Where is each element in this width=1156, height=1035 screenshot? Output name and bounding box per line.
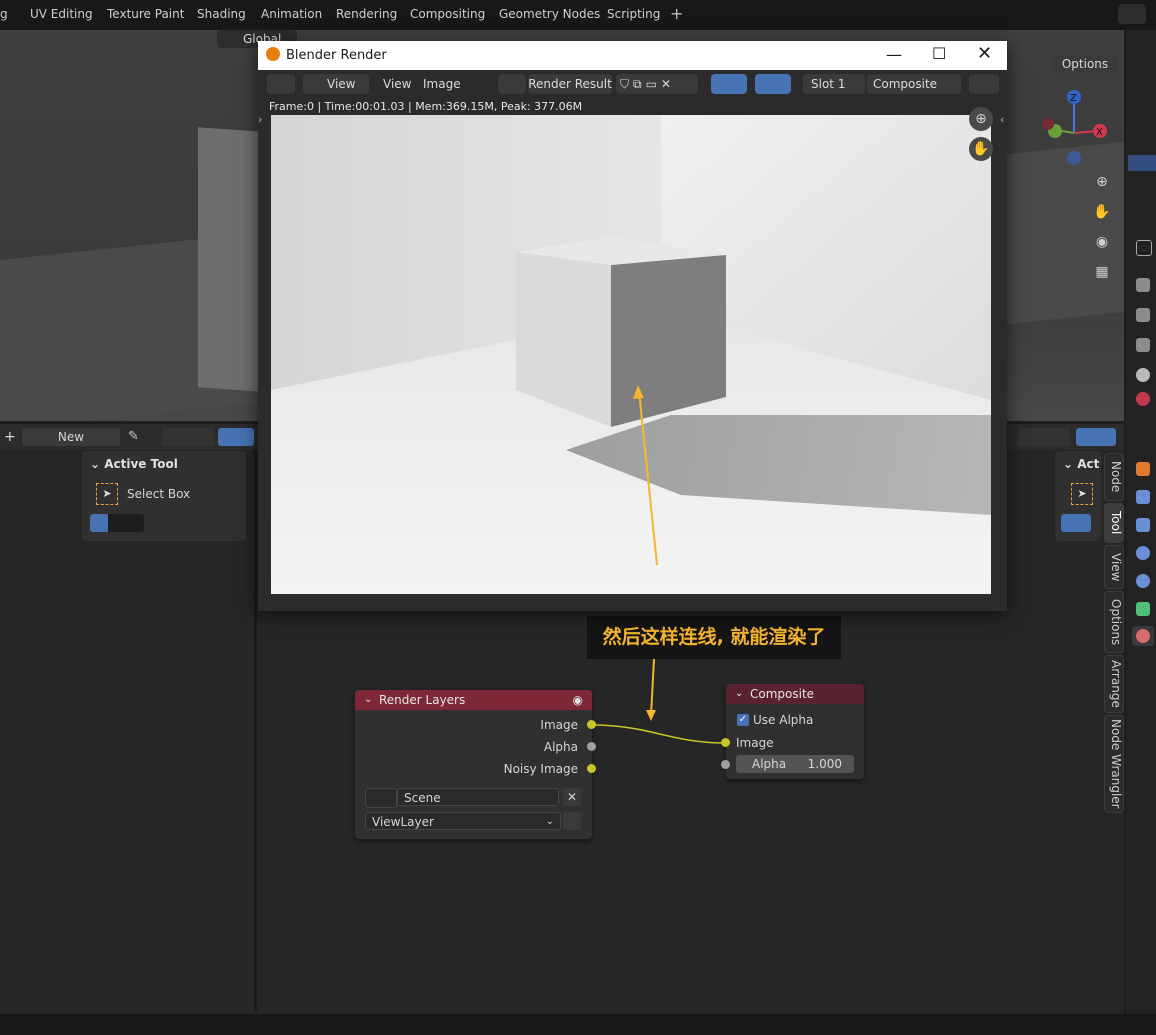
scene-browse-icon[interactable] <box>365 788 397 808</box>
annotation-callout: 然后这样连线, 就能渲染了 <box>587 616 841 659</box>
annotation-arrowhead-lower <box>646 710 656 721</box>
eye-icon[interactable]: ◉ <box>573 690 583 710</box>
collapse-chevron-icon[interactable]: ⌄ <box>735 684 743 704</box>
composite-header[interactable]: ⌄ Composite <box>726 684 864 704</box>
output-image-socket[interactable] <box>587 720 596 729</box>
shield-icon[interactable]: ⛉ <box>620 74 629 94</box>
node-link-image[interactable] <box>591 724 727 744</box>
output-alpha-label: Alpha <box>543 740 578 754</box>
collapse-chevron-icon[interactable]: ⌄ <box>364 690 372 710</box>
view-mode-dropdown[interactable]: View <box>303 74 369 94</box>
render-layers-header[interactable]: ⌄ Render Layers ◉ <box>355 690 592 710</box>
alpha-value: 1.000 <box>807 757 842 771</box>
input-image-label: Image <box>736 736 774 750</box>
editor-type-dropdown[interactable] <box>267 74 295 94</box>
annotation-arrow-lower <box>650 658 655 717</box>
copy-icon[interactable]: ⧉ <box>633 74 642 94</box>
cube-right-face <box>611 255 726 427</box>
close-icon[interactable]: ✕ <box>977 43 992 64</box>
overlays-toggle[interactable] <box>755 74 791 94</box>
minimize-icon[interactable]: — <box>886 45 902 64</box>
render-result-image[interactable] <box>271 115 991 594</box>
output-alpha-socket[interactable] <box>587 742 596 751</box>
x-icon[interactable]: ✕ <box>661 74 671 94</box>
input-image-socket[interactable] <box>721 738 730 747</box>
view-menu[interactable]: View <box>383 74 411 94</box>
render-slot-icon[interactable] <box>563 812 581 830</box>
pass-dropdown[interactable]: Composite <box>867 74 961 94</box>
alpha-slider[interactable]: Alpha 1.000 <box>736 755 854 773</box>
folder-icon[interactable]: ▭ <box>646 74 657 94</box>
use-alpha-label: Use Alpha <box>753 713 814 727</box>
output-noisy-image-socket[interactable] <box>587 764 596 773</box>
scene-clear-icon[interactable]: ✕ <box>563 788 581 806</box>
image-actions-group: ⛉ ⧉ ▭ ✕ <box>616 74 698 94</box>
blender-icon <box>266 47 280 61</box>
input-alpha-socket[interactable] <box>721 760 730 769</box>
hand-icon[interactable]: ✋ <box>969 137 993 161</box>
viewlayer-value: ViewLayer <box>372 815 434 829</box>
zoom-icon[interactable]: ⊕ <box>969 107 993 131</box>
output-image-label: Image <box>540 718 578 732</box>
render-scene <box>271 115 991 594</box>
composite-node[interactable]: ⌄ Composite ✓ Use Alpha Image Alpha 1.00… <box>721 684 864 779</box>
render-status-text: Frame:0 | Time:00:01.03 | Mem:369.15M, P… <box>269 100 583 113</box>
output-noisy-image-label: Noisy Image <box>503 762 578 776</box>
viewlayer-dropdown[interactable]: ViewLayer ⌄ <box>365 812 561 830</box>
status-bar <box>0 1014 1156 1035</box>
render-layers-node[interactable]: ⌄ Render Layers ◉ Image Alpha Noisy Imag… <box>355 690 596 839</box>
chevron-down-icon: ⌄ <box>545 816 554 827</box>
maximize-icon[interactable]: ☐ <box>932 44 946 63</box>
render-layers-title: Render Layers <box>379 693 466 707</box>
display-channels-dropdown[interactable] <box>969 74 999 94</box>
sample-tool-button[interactable] <box>711 74 747 94</box>
image-name-field[interactable]: Render Result <box>528 74 612 94</box>
sidebar-expand-icon[interactable]: ‹ <box>1000 113 1004 126</box>
scene-field[interactable]: Scene <box>397 788 559 806</box>
composite-title: Composite <box>750 687 815 701</box>
checkbox-icon[interactable]: ✓ <box>737 714 749 726</box>
image-browse-icon[interactable] <box>498 74 526 94</box>
render-window-titlebar[interactable]: Blender Render — ☐ ✕ <box>258 41 1007 70</box>
render-window-title: Blender Render <box>286 48 387 63</box>
toolbar-expand-icon[interactable]: › <box>258 113 262 126</box>
image-menu[interactable]: Image <box>423 74 461 94</box>
image-editor-header: View View Image Render Result ⛉ ⧉ ▭ ✕ Sl… <box>258 70 1007 98</box>
slot-dropdown[interactable]: Slot 1 <box>803 74 865 94</box>
alpha-label: Alpha <box>752 757 787 771</box>
render-window[interactable]: Blender Render — ☐ ✕ View View Image Ren… <box>258 41 1007 611</box>
